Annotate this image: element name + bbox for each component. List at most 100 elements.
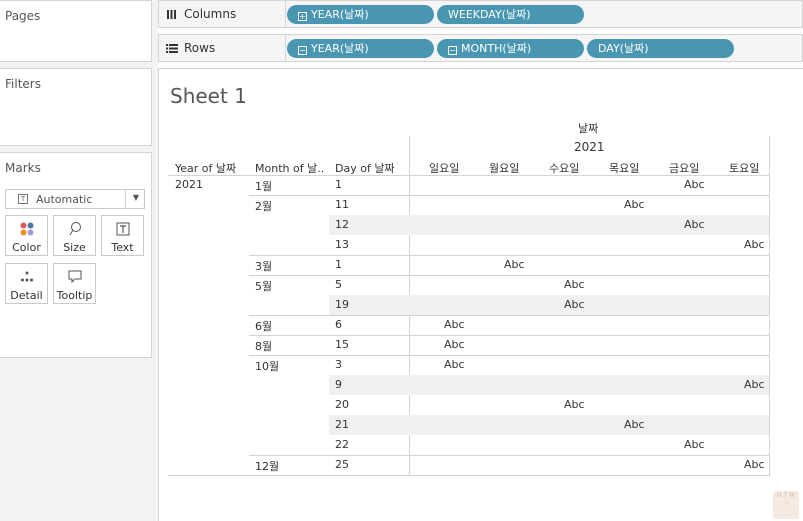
pages-title: Pages: [5, 9, 41, 23]
text-mark[interactable]: Abc: [684, 438, 705, 451]
row-band: [329, 375, 769, 395]
size-lasso-icon: [54, 221, 95, 237]
day-row-header[interactable]: 3: [335, 358, 342, 371]
month-row-header[interactable]: 6월: [255, 318, 272, 334]
day-row-header[interactable]: 15: [335, 338, 349, 351]
month-row-header[interactable]: 12월: [255, 458, 279, 474]
columns-label: Columns: [184, 7, 237, 21]
text-mark[interactable]: Abc: [564, 298, 585, 311]
day-row-header[interactable]: 21: [335, 418, 349, 431]
text-mark[interactable]: Abc: [744, 238, 765, 251]
detail-dots-icon: [6, 269, 47, 285]
month-divider: [249, 355, 770, 356]
text-mark[interactable]: Abc: [504, 258, 525, 271]
detail-label: Detail: [10, 289, 43, 302]
month-row-header[interactable]: 8월: [255, 338, 272, 354]
size-button[interactable]: Size: [53, 215, 96, 256]
chevron-down-icon[interactable]: ▼: [133, 193, 139, 202]
day-row-header[interactable]: 6: [335, 318, 342, 331]
text-mark[interactable]: Abc: [744, 378, 765, 391]
column-pill-weekday[interactable]: WEEKDAY(날짜): [437, 5, 584, 24]
weekday-header[interactable]: 일요일: [429, 160, 459, 176]
row-field-header[interactable]: Year of 날짜: [175, 160, 236, 176]
day-row-header[interactable]: 13: [335, 238, 349, 251]
weekday-header[interactable]: 목요일: [609, 160, 639, 176]
month-divider: [249, 335, 770, 336]
weekday-header[interactable]: 금요일: [669, 160, 699, 176]
watermark-logo: H T W ◠: [773, 491, 799, 519]
expand-icon[interactable]: +: [298, 12, 307, 21]
text-mark[interactable]: Abc: [744, 458, 765, 471]
detail-button[interactable]: Detail: [5, 263, 48, 304]
month-divider: [249, 315, 770, 316]
text-mark[interactable]: Abc: [624, 418, 645, 431]
month-row-header[interactable]: 2월: [255, 198, 272, 214]
text-mark[interactable]: Abc: [444, 358, 465, 371]
mark-type-dropdown[interactable]: T Automatic ▼: [5, 189, 145, 209]
text-mark[interactable]: Abc: [444, 338, 465, 351]
column-field-header[interactable]: 날짜: [578, 120, 598, 136]
sheet-title[interactable]: Sheet 1: [170, 84, 247, 108]
text-mark[interactable]: Abc: [564, 278, 585, 291]
column-year-header[interactable]: 2021: [574, 140, 605, 154]
month-row-header[interactable]: 3월: [255, 258, 272, 274]
tooltip-label: Tooltip: [56, 289, 93, 302]
pane-right-border: [769, 136, 770, 476]
filters-card[interactable]: Filters: [0, 68, 152, 146]
columns-shelf[interactable]: Columns + YEAR(날짜) WEEKDAY(날짜): [158, 0, 803, 28]
columns-icon: [166, 9, 177, 23]
pages-card[interactable]: Pages: [0, 0, 152, 62]
month-divider: [249, 255, 770, 256]
day-row-header[interactable]: 25: [335, 458, 349, 471]
mark-type-label: Automatic: [36, 193, 93, 206]
weekday-header[interactable]: 토요일: [729, 160, 759, 176]
row-pill-month-label: MONTH(날짜): [461, 42, 532, 55]
row-pill-year-label: YEAR(날짜): [311, 42, 369, 55]
year-row-header[interactable]: 2021: [175, 178, 203, 191]
month-row-header[interactable]: 1월: [255, 178, 272, 194]
collapse-icon[interactable]: −: [448, 46, 457, 55]
tooltip-bubble-icon: [54, 269, 95, 285]
column-pill-weekday-label: WEEKDAY(날짜): [448, 8, 531, 21]
row-band: [329, 415, 769, 435]
month-divider: [249, 275, 770, 276]
day-row-header[interactable]: 5: [335, 278, 342, 291]
header-bottom-line: [168, 175, 770, 176]
text-mark[interactable]: Abc: [684, 218, 705, 231]
month-row-header[interactable]: 10월: [255, 358, 279, 374]
text-mark-icon: T: [18, 194, 28, 204]
text-mark[interactable]: Abc: [444, 318, 465, 331]
size-label: Size: [63, 241, 86, 254]
rows-shelf[interactable]: Rows − YEAR(날짜) − MONTH(날짜) DAY(날짜): [158, 34, 803, 62]
text-mark[interactable]: Abc: [624, 198, 645, 211]
text-button[interactable]: Text: [101, 215, 144, 256]
month-divider: [249, 195, 770, 196]
row-field-header[interactable]: Day of 날짜: [335, 160, 395, 176]
day-row-header[interactable]: 12: [335, 218, 349, 231]
row-pill-year[interactable]: − YEAR(날짜): [287, 39, 434, 58]
day-row-header[interactable]: 11: [335, 198, 349, 211]
collapse-icon[interactable]: −: [298, 46, 307, 55]
row-field-header[interactable]: Month of 날..: [255, 160, 324, 176]
color-dots-icon: [6, 221, 47, 237]
row-band: [329, 295, 769, 315]
row-pill-month[interactable]: − MONTH(날짜): [437, 39, 584, 58]
row-pill-day-label: DAY(날짜): [598, 42, 649, 55]
weekday-header[interactable]: 월요일: [489, 160, 519, 176]
day-row-header[interactable]: 9: [335, 378, 342, 391]
month-row-header[interactable]: 5월: [255, 278, 272, 294]
weekday-header[interactable]: 수요일: [549, 160, 579, 176]
text-mark[interactable]: Abc: [684, 178, 705, 191]
column-pill-year[interactable]: + YEAR(날짜): [287, 5, 434, 24]
day-row-header[interactable]: 1: [335, 258, 342, 271]
day-row-header[interactable]: 1: [335, 178, 342, 191]
day-row-header[interactable]: 19: [335, 298, 349, 311]
text-mark[interactable]: Abc: [564, 398, 585, 411]
color-button[interactable]: Color: [5, 215, 48, 256]
rows-label: Rows: [184, 41, 216, 55]
row-pill-day[interactable]: DAY(날짜): [587, 39, 734, 58]
tooltip-button[interactable]: Tooltip: [53, 263, 96, 304]
day-row-header[interactable]: 20: [335, 398, 349, 411]
day-row-header[interactable]: 22: [335, 438, 349, 451]
worksheet-view[interactable]: Sheet 1 날짜 2021 일요일 월요일 수요일 목요일 금요일 토요일 Year of …: [158, 68, 803, 521]
